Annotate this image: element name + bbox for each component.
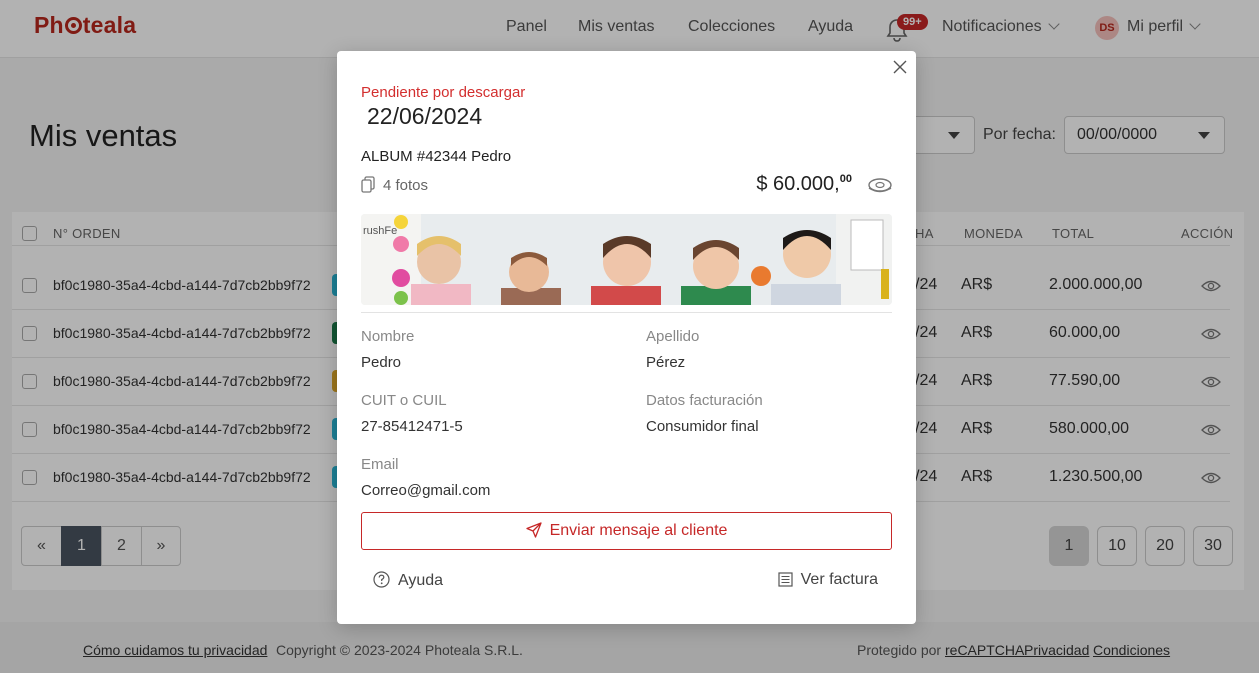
invoice-icon [778, 572, 793, 587]
first-name-value: Pedro [361, 354, 402, 371]
send-message-label: Enviar mensaje al cliente [549, 522, 728, 539]
email-value: Correo@gmail.com [361, 482, 491, 499]
help-link-label: Ayuda [398, 572, 444, 589]
photo-count-label: 4 fotos [383, 177, 429, 194]
email-label: Email [361, 456, 399, 473]
last-name-label: Apellido [646, 328, 700, 345]
first-name-label: Nombre [361, 328, 415, 345]
send-icon [525, 522, 542, 538]
album-cover-image: rushFe [361, 214, 892, 305]
order-date: 22/06/2024 [367, 103, 483, 129]
cash-icon [868, 178, 892, 193]
help-link[interactable]: Ayuda [373, 571, 443, 590]
help-icon [373, 571, 390, 588]
send-message-button[interactable]: Enviar mensaje al cliente [361, 512, 892, 550]
view-invoice-link[interactable]: Ver factura [778, 571, 878, 589]
close-icon[interactable] [892, 59, 908, 75]
album-title: ALBUM #42344 Pedro [361, 148, 512, 165]
modal-divider [361, 312, 892, 313]
sale-detail-modal: Pendiente por descargar 22/06/2024 ALBUM… [337, 51, 916, 624]
order-status: Pendiente por descargar [361, 84, 526, 101]
billing-label: Datos facturación [646, 392, 763, 409]
image-caption: rushFe [363, 225, 397, 237]
last-name-value: Pérez [646, 354, 686, 371]
billing-value: Consumidor final [646, 418, 759, 435]
view-invoice-label: Ver factura [800, 571, 878, 588]
tax-id-label: CUIT o CUIL [361, 392, 447, 409]
order-price: $ 60.000,00 [756, 173, 852, 196]
price-main: $ 60.000, [756, 173, 840, 195]
photo-count: 4 fotos [361, 176, 428, 194]
copy-icon [361, 176, 375, 193]
tax-id-value: 27-85412471-5 [361, 418, 463, 435]
price-cents: 00 [839, 173, 852, 185]
